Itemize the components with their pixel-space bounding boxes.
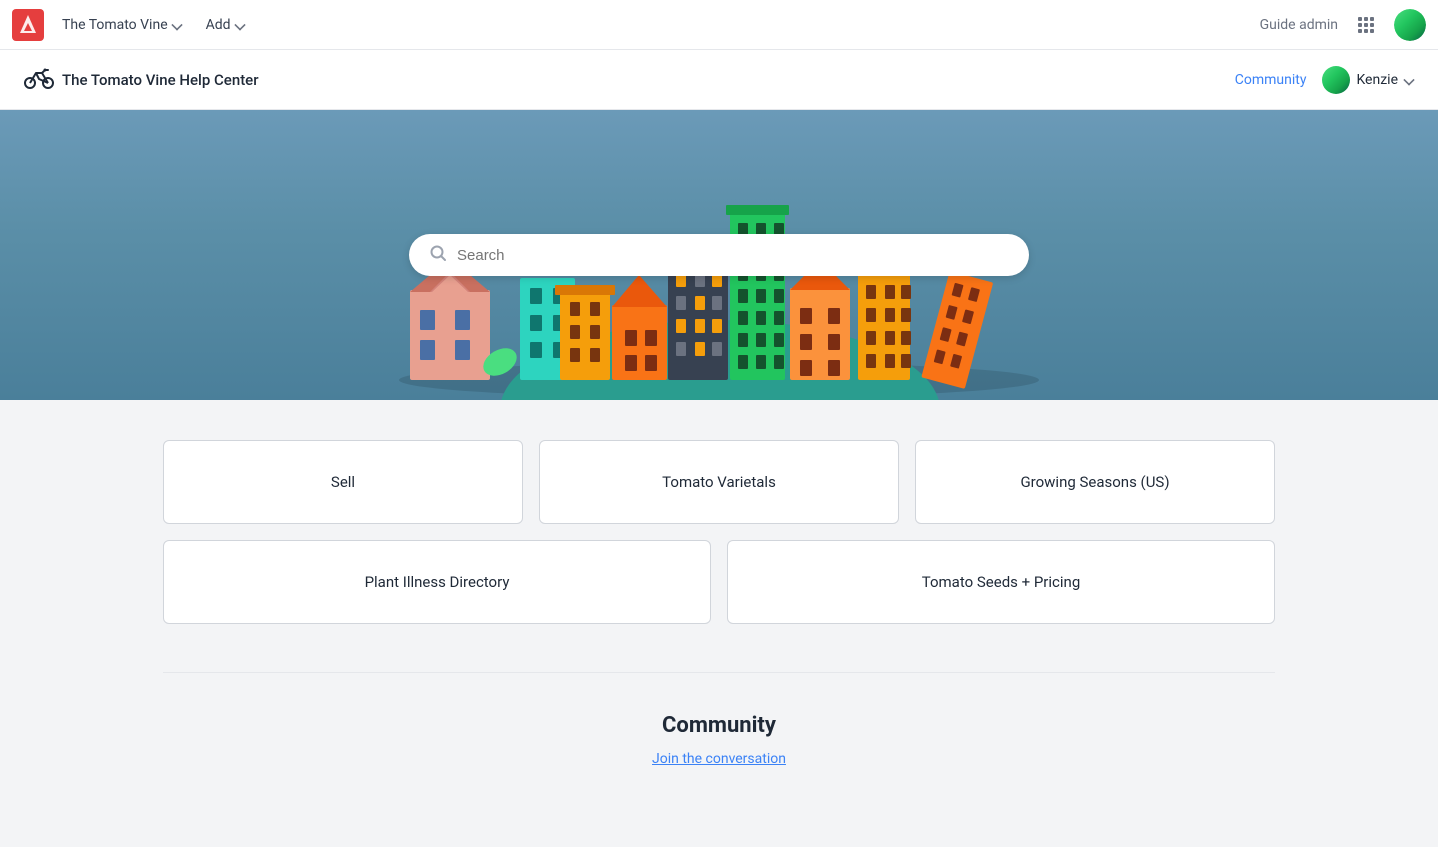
category-grid-bottom: Plant Illness Directory Tomato Seeds + P… — [163, 540, 1275, 624]
category-plant-illness[interactable]: Plant Illness Directory — [163, 540, 711, 624]
tomato-seeds-label: Tomato Seeds + Pricing — [922, 573, 1081, 591]
section-divider — [163, 672, 1275, 673]
chevron-down-icon-2 — [234, 19, 245, 30]
search-input[interactable] — [457, 247, 1009, 264]
category-tomato-seeds[interactable]: Tomato Seeds + Pricing — [727, 540, 1275, 624]
admin-nav: The Tomato Vine Add — [52, 11, 255, 39]
help-header: The Tomato Vine Help Center Community Ke… — [0, 50, 1438, 110]
user-avatar-button[interactable] — [1394, 9, 1426, 41]
tomato-vine-label: The Tomato Vine — [62, 17, 168, 33]
bike-icon — [24, 65, 54, 95]
community-title: Community — [163, 713, 1275, 738]
guide-admin-link[interactable]: Guide admin — [1260, 17, 1338, 33]
grid-icon-button[interactable] — [1350, 9, 1382, 41]
user-menu[interactable]: Kenzie — [1322, 66, 1414, 94]
community-link[interactable]: Community — [1235, 72, 1307, 88]
plant-illness-label: Plant Illness Directory — [365, 573, 510, 591]
user-chevron-icon — [1403, 74, 1414, 85]
grid-icon — [1358, 17, 1374, 33]
chevron-down-icon — [171, 19, 182, 30]
add-label: Add — [206, 17, 231, 33]
add-nav[interactable]: Add — [196, 11, 255, 39]
sell-label: Sell — [331, 473, 355, 491]
tomato-vine-nav[interactable]: The Tomato Vine — [52, 11, 192, 39]
tomato-varietals-label: Tomato Varietals — [662, 473, 776, 491]
avatar — [1394, 9, 1426, 41]
admin-bar: The Tomato Vine Add Guide admin — [0, 0, 1438, 50]
help-center-title: The Tomato Vine Help Center — [62, 71, 259, 89]
hero-search-wrapper — [409, 234, 1029, 276]
brand-logo[interactable] — [12, 9, 44, 41]
search-box — [409, 234, 1029, 276]
help-logo[interactable]: The Tomato Vine Help Center — [24, 65, 259, 95]
search-icon — [429, 244, 447, 266]
main-content: Sell Tomato Varietals Growing Seasons (U… — [139, 400, 1299, 847]
category-grid-top: Sell Tomato Varietals Growing Seasons (U… — [163, 440, 1275, 524]
community-section: Community Join the conversation — [163, 713, 1275, 807]
hero-section — [0, 110, 1438, 400]
user-avatar-small — [1322, 66, 1350, 94]
growing-seasons-label: Growing Seasons (US) — [1020, 473, 1169, 491]
category-sell[interactable]: Sell — [163, 440, 523, 524]
category-tomato-varietals[interactable]: Tomato Varietals — [539, 440, 899, 524]
user-name: Kenzie — [1356, 72, 1398, 88]
category-growing-seasons[interactable]: Growing Seasons (US) — [915, 440, 1275, 524]
help-header-right: Community Kenzie — [1235, 66, 1414, 94]
admin-bar-right: Guide admin — [1260, 9, 1426, 41]
join-conversation-link[interactable]: Join the conversation — [652, 751, 786, 767]
